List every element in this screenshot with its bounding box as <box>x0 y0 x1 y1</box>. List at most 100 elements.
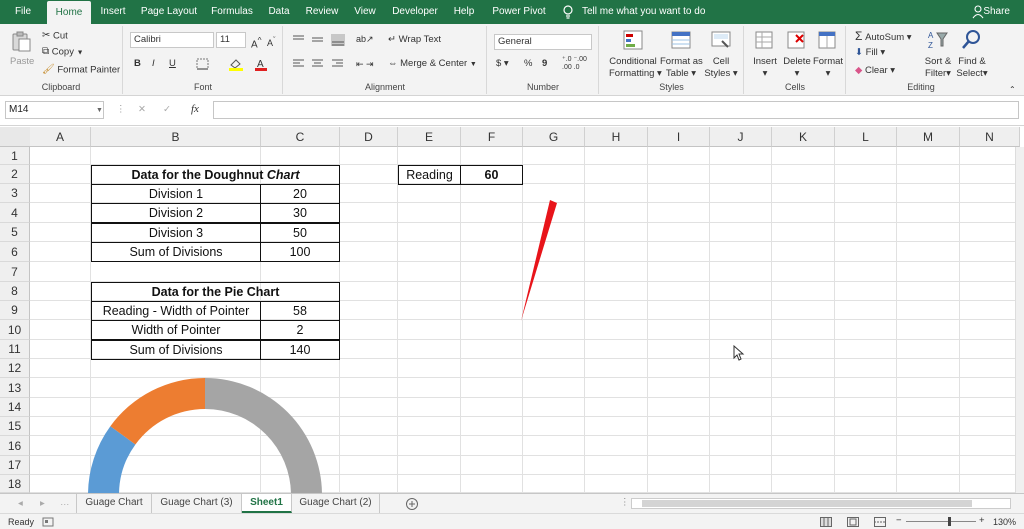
row-header-5[interactable]: 5 <box>0 223 30 242</box>
tab-page-layout[interactable]: Page Layout <box>140 0 198 24</box>
row-header-18[interactable]: 18 <box>0 475 30 493</box>
name-box-dropdown-icon[interactable]: ▼ <box>96 105 103 117</box>
sheet-tab[interactable]: Guage Chart <box>76 494 152 513</box>
column-header-H[interactable]: H <box>585 127 648 147</box>
row-header-2[interactable]: 2 <box>0 165 30 184</box>
tab-insert[interactable]: Insert <box>96 0 130 24</box>
row-header-12[interactable]: 12 <box>0 359 30 378</box>
copy-button[interactable]: ⧉ Copy ▼ <box>42 46 84 60</box>
tab-split-handle-icon[interactable]: ⋮ <box>620 497 630 509</box>
column-header-B[interactable]: B <box>91 127 261 147</box>
share-button[interactable]: Share <box>983 0 1010 24</box>
row-header-9[interactable]: 9 <box>0 301 30 320</box>
collapse-ribbon-icon[interactable]: ⌃ <box>1009 84 1016 96</box>
percent-button[interactable]: % <box>524 58 532 70</box>
select-all-corner[interactable] <box>0 127 31 147</box>
row-header-1[interactable]: 1 <box>0 147 30 165</box>
name-box[interactable]: M14 <box>5 101 104 119</box>
page-layout-view-icon[interactable] <box>847 517 859 527</box>
more-sheets-icon[interactable]: … <box>60 497 70 509</box>
zoom-slider[interactable] <box>906 517 976 526</box>
tab-formulas[interactable]: Formulas <box>208 0 256 24</box>
row-header-14[interactable]: 14 <box>0 398 30 417</box>
doughnut-row-value[interactable]: 50 <box>260 223 340 243</box>
row-header-15[interactable]: 15 <box>0 417 30 436</box>
row-header-3[interactable]: 3 <box>0 184 30 203</box>
row-header-4[interactable]: 4 <box>0 203 30 223</box>
row-header-17[interactable]: 17 <box>0 456 30 475</box>
column-header-F[interactable]: F <box>461 127 523 147</box>
vertical-scrollbar[interactable] <box>1015 147 1024 493</box>
gauge-chart[interactable] <box>80 365 332 493</box>
column-header-L[interactable]: L <box>835 127 897 147</box>
horizontal-scrollbar[interactable] <box>631 498 1011 509</box>
find-select-button[interactable]: Find & Select▾ <box>955 56 989 80</box>
tell-me-search[interactable]: Tell me what you want to do <box>582 0 705 24</box>
paste-button[interactable]: Paste <box>10 56 34 68</box>
column-header-E[interactable]: E <box>398 127 461 147</box>
normal-view-icon[interactable] <box>820 517 832 527</box>
cut-button[interactable]: ✂ Cut <box>42 30 68 43</box>
pointer-chart[interactable] <box>512 197 562 323</box>
add-sheet-icon[interactable] <box>405 497 419 511</box>
italic-button[interactable]: I <box>152 58 155 70</box>
font-size-dropdown[interactable]: 11 <box>216 32 246 48</box>
row-header-7[interactable]: 7 <box>0 262 30 282</box>
column-header-D[interactable]: D <box>340 127 398 147</box>
tab-data[interactable]: Data <box>264 0 294 24</box>
vertical-align-icons[interactable] <box>292 34 350 46</box>
zoom-in-icon[interactable]: + <box>979 515 985 527</box>
zoom-level[interactable]: 130% <box>993 516 1016 528</box>
tab-file[interactable]: File <box>8 0 38 24</box>
autosum-button[interactable]: Σ AutoSum ▾ <box>855 30 912 44</box>
font-color-icon[interactable]: A <box>254 57 268 71</box>
sheet-tab-active[interactable]: Sheet1 <box>242 494 292 513</box>
next-sheet-icon[interactable]: ▸ <box>40 498 45 510</box>
column-header-G[interactable]: G <box>523 127 585 147</box>
cancel-entry-icon[interactable]: ✕ <box>138 104 146 116</box>
page-break-view-icon[interactable] <box>874 517 886 527</box>
formula-input[interactable] <box>213 101 1019 119</box>
increase-font-icon[interactable]: A^ <box>251 34 262 51</box>
cell-styles-button[interactable]: Cell Styles ▾ <box>704 56 738 80</box>
number-format-dropdown[interactable]: General <box>494 34 592 50</box>
column-header-C[interactable]: C <box>261 127 340 147</box>
insert-function-icon[interactable]: fx <box>191 103 199 115</box>
insert-cells-button[interactable]: Insert ▾ <box>751 56 779 80</box>
column-header-I[interactable]: I <box>648 127 710 147</box>
worksheet-grid[interactable]: ABCDEFGHIJKLMN 1 2 3 4 5 6 7 8 9 10 11 12 13 14 15 16 17… <box>0 127 1024 493</box>
delete-cells-button[interactable]: Delete ▾ <box>781 56 813 80</box>
column-header-M[interactable]: M <box>897 127 960 147</box>
row-header-10[interactable]: 10 <box>0 320 30 340</box>
bold-button[interactable]: B <box>134 58 141 70</box>
doughnut-row-label[interactable]: Division 1 <box>91 184 261 204</box>
tab-power-pivot[interactable]: Power Pivot <box>490 0 548 24</box>
comma-style-button[interactable]: 9 <box>542 58 547 70</box>
zoom-out-icon[interactable]: − <box>896 515 902 527</box>
pie-row-value[interactable]: 58 <box>260 301 340 321</box>
pie-table-title[interactable]: Data for the Pie Chart <box>91 282 340 302</box>
fill-color-icon[interactable] <box>228 57 244 71</box>
orientation-icon[interactable]: ab↗ <box>356 33 374 45</box>
tab-developer[interactable]: Developer <box>390 0 440 24</box>
font-name-dropdown[interactable]: Calibri <box>130 32 214 48</box>
doughnut-row-value[interactable]: 30 <box>260 203 340 223</box>
doughnut-table-title[interactable]: Data for the Doughnut Chart <box>91 165 340 185</box>
clear-button[interactable]: ◆ Clear ▾ <box>855 65 895 77</box>
pie-row-value[interactable]: 140 <box>260 340 340 360</box>
doughnut-row-value[interactable]: 20 <box>260 184 340 204</box>
doughnut-row-value[interactable]: 100 <box>260 242 340 262</box>
pie-row-label[interactable]: Width of Pointer <box>91 320 261 340</box>
accounting-format-icon[interactable]: $ ▾ <box>496 58 509 70</box>
fill-button[interactable]: ⬇ Fill ▾ <box>855 47 885 59</box>
sheet-tab[interactable]: Guage Chart (3) <box>152 494 242 513</box>
format-cells-button[interactable]: Format ▾ <box>811 56 845 80</box>
confirm-entry-icon[interactable]: ✓ <box>163 104 171 116</box>
row-header-8[interactable]: 8 <box>0 282 30 301</box>
horizontal-scroll-thumb[interactable] <box>642 500 972 507</box>
tab-help[interactable]: Help <box>450 0 478 24</box>
reading-value-cell[interactable]: 60 <box>460 165 523 185</box>
reading-label-cell[interactable]: Reading <box>398 165 461 185</box>
doughnut-row-label[interactable]: Division 2 <box>91 203 261 223</box>
pie-row-label[interactable]: Reading - Width of Pointer <box>91 301 261 321</box>
